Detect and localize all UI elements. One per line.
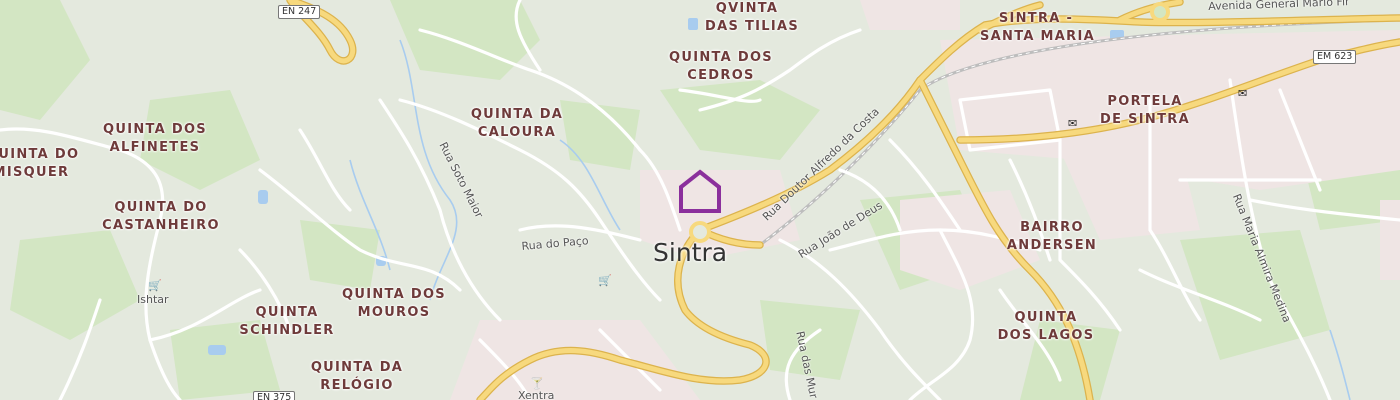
area-label-quinta-dos-alfinetes: QUINTA DOS ALFINETES: [100, 121, 210, 157]
area-line: MISQUER: [0, 165, 70, 180]
basket-icon[interactable]: 🛒: [598, 275, 612, 287]
area-label-quinta-da-relogio: QUINTA DA RELÓGIO: [308, 359, 406, 395]
road-shield-em623: EM 623: [1313, 50, 1357, 64]
road-shield-en247: EN 247: [278, 5, 321, 19]
area-label-quinta-da-caloura: QUINTA DA CALOURA: [470, 106, 564, 142]
area-label-quinta-dos-cedros: QUINTA DOS CEDROS: [668, 49, 774, 85]
area-line: SCHINDLER: [239, 323, 335, 338]
area-line: CALOURA: [477, 125, 557, 140]
area-line: ALFINETES: [109, 140, 201, 155]
area-line: QUINTA: [1014, 310, 1078, 325]
area-line: DE SINTRA: [1100, 112, 1190, 127]
city-label: Sintra: [653, 238, 728, 267]
area-line: QUINTA DA: [470, 107, 564, 122]
area-line: SINTRA -: [998, 11, 1074, 26]
area-line: DOS LAGOS: [997, 328, 1095, 343]
area-line: QUINTA DA: [310, 360, 404, 375]
area-line: BAIRRO: [1020, 220, 1084, 235]
area-line: RELÓGIO: [320, 378, 394, 393]
area-line: QUINTA DOS: [342, 287, 446, 302]
area-label-quinta-schindler: QUINTA SCHINDLER: [236, 304, 338, 340]
poi-label-xentra[interactable]: Xentra: [518, 389, 554, 400]
area-label-quinta-dos-mouros: QUINTA DOS MOUROS: [338, 286, 450, 322]
poi-label-ishtar[interactable]: Ishtar: [137, 293, 169, 306]
roundabout-north: [1150, 2, 1170, 22]
area-line: QUINTA DOS: [669, 50, 773, 65]
area-line: QVINTA: [715, 1, 779, 16]
area-line: QUINTA DOS: [103, 122, 207, 137]
area-line: QUINTA: [255, 305, 319, 320]
area-line: DAS TILIAS: [705, 19, 799, 34]
area-line: PORTELA: [1107, 94, 1183, 109]
area-label-portela-de-sintra: PORTELA DE SINTRA: [1097, 93, 1193, 129]
area-label-quinta-do-castanheiro: QUINTA DO CASTANHEIRO: [100, 199, 222, 235]
mail-icon[interactable]: ✉: [1238, 88, 1247, 100]
area-label-bairro-andersen: BAIRRO ANDERSEN: [1004, 219, 1100, 255]
area-label-quinta-dos-lagos: QUINTA DOS LAGOS: [994, 309, 1098, 345]
area-label-quinta-das-tilias: QVINTA DAS TILIAS: [705, 0, 799, 36]
basket-icon[interactable]: 🛒: [148, 280, 162, 292]
area-label-sintra-santa-maria: SINTRA - SANTA MARIA: [980, 10, 1095, 46]
area-line: QUINTA DO: [0, 147, 80, 162]
area-line: SANTA MARIA: [980, 29, 1095, 44]
home-marker-icon[interactable]: [678, 168, 722, 214]
area-label-quinta-do-misquer: QUINTA DO MISQUER: [0, 146, 80, 182]
area-line: QUINTA DO: [114, 200, 208, 215]
mail-icon[interactable]: ✉: [1068, 118, 1077, 130]
area-line: MOUROS: [357, 305, 431, 320]
area-line: CEDROS: [687, 68, 755, 83]
area-line: CASTANHEIRO: [102, 218, 220, 233]
road-shield-en375: EN 375: [253, 391, 296, 400]
map-canvas[interactable]: QVINTA DAS TILIAS SINTRA - SANTA MARIA Q…: [0, 0, 1400, 400]
area-line: ANDERSEN: [1006, 238, 1098, 253]
